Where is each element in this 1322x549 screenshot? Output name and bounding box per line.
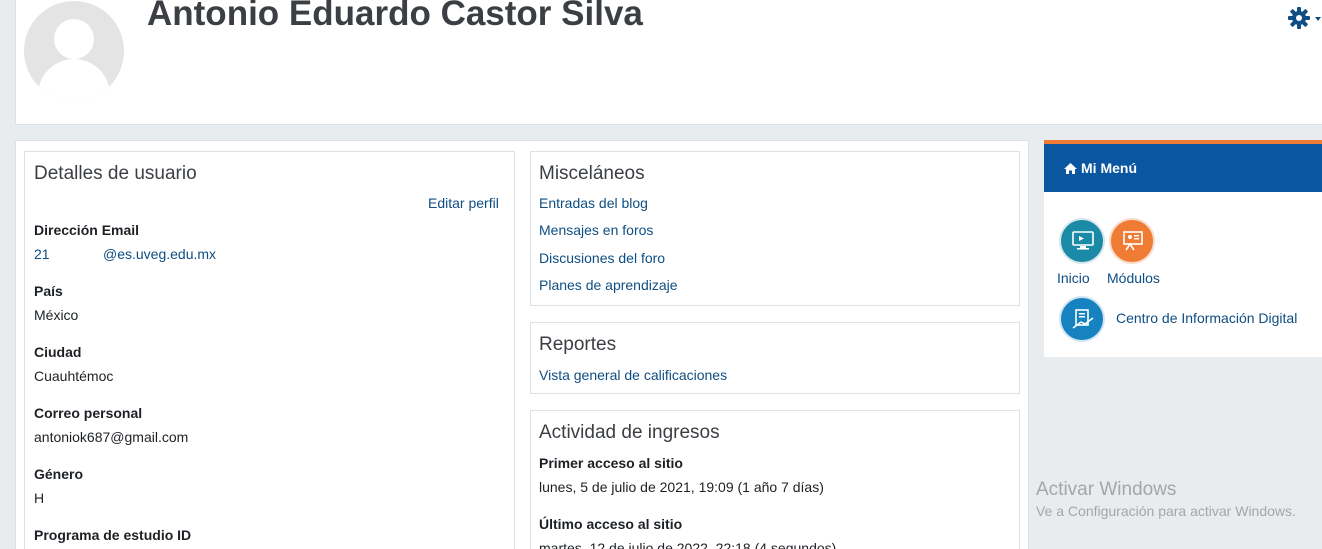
menu-item-modulos[interactable]: Módulos (1107, 270, 1160, 286)
first-access-value: lunes, 5 de julio de 2021, 19:09 (1 año … (539, 479, 824, 495)
gear-icon[interactable] (1286, 5, 1322, 31)
windows-activation-subtitle: Ve a Configuración para activar Windows. (1036, 503, 1296, 519)
menu-item-inicio[interactable]: Inicio (1057, 270, 1090, 286)
home-icon (1064, 163, 1077, 174)
misc-title: Misceláneos (539, 163, 645, 184)
email-link-left[interactable]: 21 (34, 246, 50, 262)
blog-entries-link[interactable]: Entradas del blog (539, 195, 648, 211)
city-value: Cuauhtémoc (34, 368, 114, 384)
country-label: País (34, 283, 63, 299)
monitor-icon[interactable] (1059, 218, 1105, 264)
misc-card: Misceláneos Entradas del blog Mensajes e… (530, 151, 1020, 306)
last-access-value: martes, 12 de julio de 2022, 22:18 (4 se… (539, 540, 837, 549)
forum-posts-link[interactable]: Mensajes en foros (539, 222, 653, 238)
learning-plans-link[interactable]: Planes de aprendizaje (539, 277, 678, 293)
user-details-title: Detalles de usuario (34, 163, 197, 184)
first-access-label: Primer acceso al sitio (539, 455, 683, 471)
my-menu-title-text: Mi Menú (1081, 160, 1137, 176)
user-avatar[interactable] (24, 1, 124, 101)
my-menu-header: Mi Menú (1044, 140, 1322, 192)
edit-profile-link[interactable]: Editar perfil (428, 195, 499, 211)
reports-card: Reportes Vista general de calificaciones (530, 322, 1020, 394)
grades-overview-link[interactable]: Vista general de calificaciones (539, 367, 727, 383)
reports-title: Reportes (539, 334, 617, 355)
forum-discussions-link[interactable]: Discusiones del foro (539, 250, 665, 266)
country-value: México (34, 307, 79, 323)
windows-activation-title: Activar Windows (1036, 479, 1177, 500)
city-label: Ciudad (34, 344, 82, 360)
last-access-label: Último acceso al sitio (539, 516, 683, 532)
menu-item-centro-informacion[interactable]: Centro de Información Digital (1116, 310, 1297, 326)
personal-email-value: antoniok687@gmail.com (34, 429, 189, 445)
document-icon[interactable] (1059, 296, 1105, 342)
email-link-right[interactable]: @es.uveg.edu.mx (103, 246, 216, 262)
login-activity-title: Actividad de ingresos (539, 422, 720, 443)
gender-label: Género (34, 466, 84, 482)
avatar-body (38, 59, 110, 101)
my-menu-title: Mi Menú (1064, 160, 1137, 176)
email-label: Dirección Email (34, 222, 140, 238)
study-program-label: Programa de estudio ID (34, 527, 192, 543)
user-details-card: Detalles de usuario Editar perfil Direcc… (24, 151, 515, 549)
gender-value: H (34, 490, 45, 506)
login-activity-card: Actividad de ingresos Primer acceso al s… (530, 410, 1020, 549)
my-menu-block: Mi Menú Inicio Módulos Centro de Informa… (1044, 140, 1322, 357)
presentation-icon[interactable] (1109, 218, 1155, 264)
avatar-head (54, 19, 94, 59)
personal-email-label: Correo personal (34, 405, 143, 421)
page-title: Antonio Eduardo Castor Silva (147, 0, 643, 33)
